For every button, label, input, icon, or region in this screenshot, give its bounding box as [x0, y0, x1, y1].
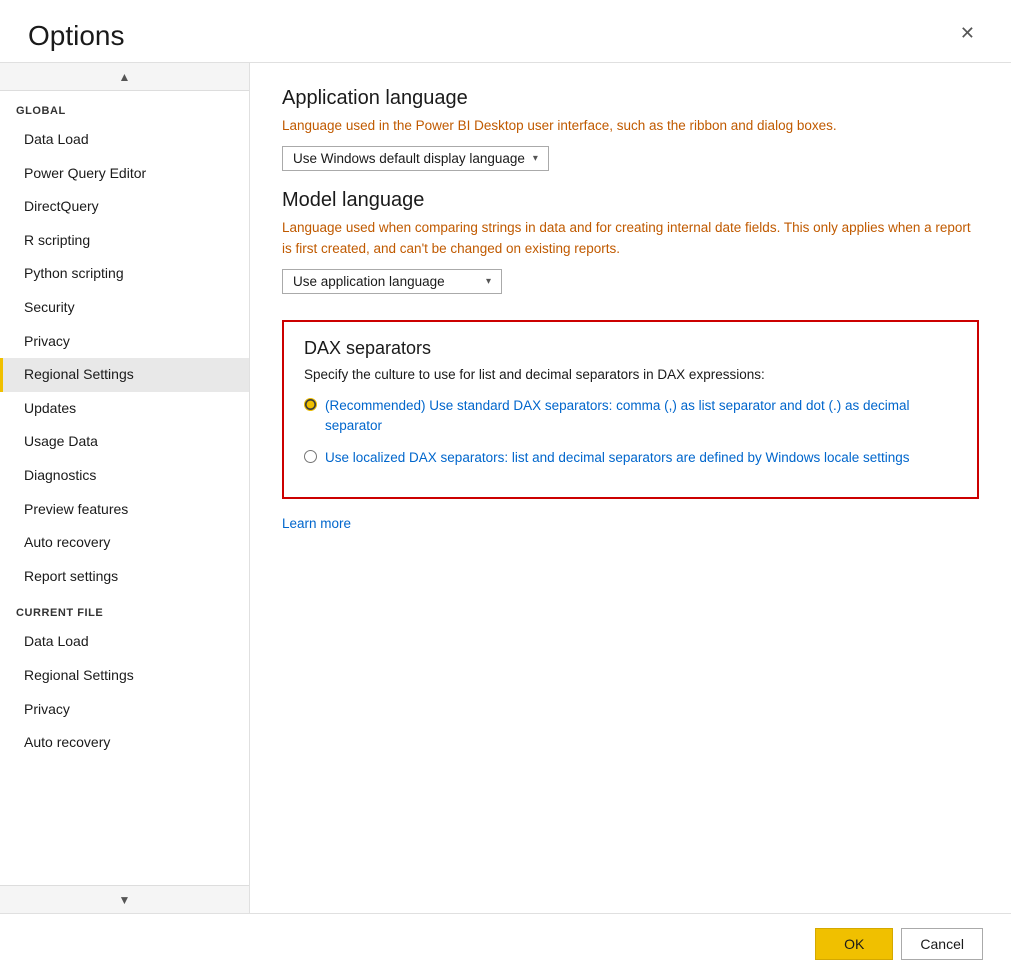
- sidebar-item-regional-settings[interactable]: Regional Settings: [0, 358, 249, 392]
- sidebar-item-auto-recovery[interactable]: Auto recovery: [0, 526, 249, 560]
- content-area: Application language Language used in th…: [250, 63, 1011, 913]
- dax-option1: (Recommended) Use standard DAX separator…: [304, 396, 957, 437]
- sidebar-item-cf-data-load[interactable]: Data Load: [0, 625, 249, 659]
- dax-desc: Specify the culture to use for list and …: [304, 367, 957, 382]
- app-language-dropdown[interactable]: Use Windows default display language ▾: [282, 146, 549, 171]
- sidebar-item-preview-features[interactable]: Preview features: [0, 493, 249, 527]
- model-language-desc: Language used when comparing strings in …: [282, 218, 979, 259]
- app-language-arrow: ▾: [533, 153, 538, 164]
- model-language-arrow: ▾: [486, 276, 491, 287]
- dax-title: DAX separators: [304, 338, 957, 359]
- app-language-title: Application language: [282, 87, 979, 110]
- ok-button[interactable]: OK: [815, 928, 893, 960]
- app-language-value: Use Windows default display language: [293, 151, 525, 166]
- sidebar-item-usage-data[interactable]: Usage Data: [0, 425, 249, 459]
- scroll-down-button[interactable]: ▼: [0, 885, 249, 913]
- sidebar-item-r-scripting[interactable]: R scripting: [0, 224, 249, 258]
- learn-more-link[interactable]: Learn more: [282, 516, 351, 531]
- sidebar-item-cf-regional-settings[interactable]: Regional Settings: [0, 659, 249, 693]
- global-section-label: GLOBAL: [0, 91, 249, 123]
- dax-option1-label: (Recommended) Use standard DAX separator…: [325, 396, 957, 437]
- dax-separators-section: DAX separators Specify the culture to us…: [282, 320, 979, 499]
- model-language-value: Use application language: [293, 274, 445, 289]
- dialog-footer: OK Cancel: [0, 913, 1011, 974]
- dax-radio1[interactable]: [304, 398, 317, 411]
- dax-option1-text: (Recommended) Use standard DAX separator…: [325, 398, 909, 433]
- model-language-dropdown[interactable]: Use application language ▾: [282, 269, 502, 294]
- model-language-title: Model language: [282, 189, 979, 212]
- dialog-header: Options ✕: [0, 0, 1011, 62]
- options-dialog: Options ✕ ▲ GLOBAL Data Load Power Query…: [0, 0, 1011, 974]
- sidebar-item-cf-auto-recovery[interactable]: Auto recovery: [0, 726, 249, 760]
- sidebar-item-updates[interactable]: Updates: [0, 392, 249, 426]
- sidebar: ▲ GLOBAL Data Load Power Query Editor Di…: [0, 63, 250, 913]
- dialog-body: ▲ GLOBAL Data Load Power Query Editor Di…: [0, 62, 1011, 913]
- sidebar-item-diagnostics[interactable]: Diagnostics: [0, 459, 249, 493]
- dax-option2: Use localized DAX separators: list and d…: [304, 448, 957, 468]
- sidebar-item-security[interactable]: Security: [0, 291, 249, 325]
- sidebar-scroll-wrapper: ▲ GLOBAL Data Load Power Query Editor Di…: [0, 63, 249, 913]
- sidebar-item-cf-privacy[interactable]: Privacy: [0, 693, 249, 727]
- cancel-button[interactable]: Cancel: [901, 928, 983, 960]
- sidebar-item-report-settings[interactable]: Report settings: [0, 560, 249, 594]
- sidebar-item-power-query-editor[interactable]: Power Query Editor: [0, 157, 249, 191]
- sidebar-item-python-scripting[interactable]: Python scripting: [0, 257, 249, 291]
- dax-option2-text: Use localized DAX separators: list and d…: [325, 450, 910, 465]
- close-button[interactable]: ✕: [952, 20, 983, 46]
- dax-radio2[interactable]: [304, 450, 317, 463]
- scroll-up-button[interactable]: ▲: [0, 63, 249, 91]
- sidebar-content: GLOBAL Data Load Power Query Editor Dire…: [0, 91, 249, 885]
- app-language-desc: Language used in the Power BI Desktop us…: [282, 116, 979, 136]
- sidebar-item-data-load[interactable]: Data Load: [0, 123, 249, 157]
- current-file-section-label: CURRENT FILE: [0, 593, 249, 625]
- dax-option2-label: Use localized DAX separators: list and d…: [325, 448, 957, 468]
- sidebar-item-privacy[interactable]: Privacy: [0, 325, 249, 359]
- dialog-title: Options: [28, 20, 125, 52]
- sidebar-item-directquery[interactable]: DirectQuery: [0, 190, 249, 224]
